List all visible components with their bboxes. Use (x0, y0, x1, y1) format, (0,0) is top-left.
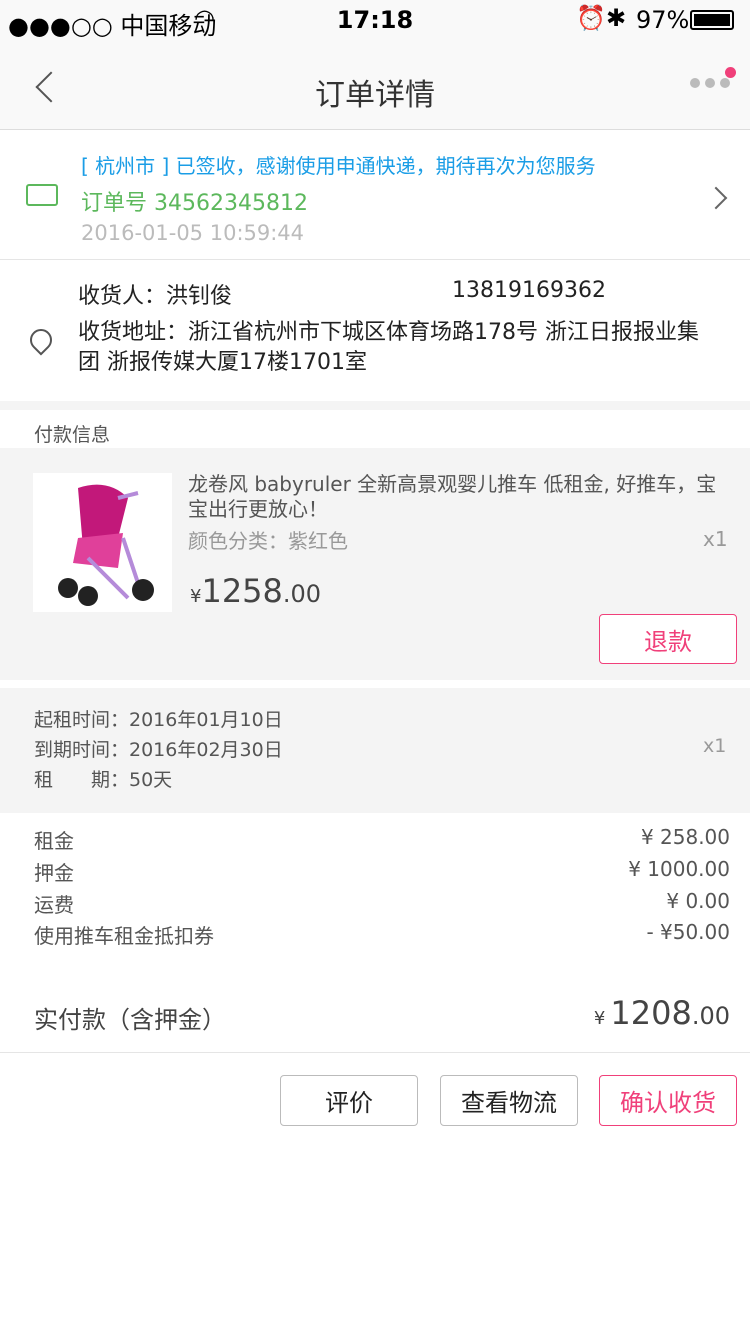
fee-row: 运费 ¥ 0.00 (34, 889, 730, 918)
review-button[interactable]: 评价 (280, 1075, 418, 1126)
logistics-datetime: 2016-01-05 10:59:44 (81, 221, 305, 245)
fee-value: ¥ 0.00 (666, 889, 730, 913)
logistics-card[interactable]: [ 杭州市 ] 已签收，感谢使用申通快递，期待再次为您服务 订单号 345623… (0, 130, 750, 260)
fee-value: ¥ 1000.00 (628, 857, 730, 881)
rental-end: 到期时间：2016年02月30日 (34, 739, 283, 761)
total-dec: .00 (691, 1002, 730, 1030)
fee-label: 使用推车租金抵扣券 (34, 924, 214, 948)
chevron-right-icon (704, 186, 728, 210)
payment-section-title: 付款信息 (34, 424, 111, 446)
total-row: 实付款（含押金） ¥ 1208.00 (0, 980, 750, 1053)
nav-bar: 订单详情 (0, 40, 750, 130)
total-int: 1208 (610, 994, 692, 1032)
product-card: 龙卷风 babyruler 全新高景观婴儿推车 低租金, 好推车，宝宝出行更放心… (0, 448, 750, 680)
alarm-icon: ⏰ (576, 4, 606, 32)
confirm-receipt-button[interactable]: 确认收货 (599, 1075, 737, 1126)
truck-icon (26, 184, 58, 206)
battery-icon (690, 10, 734, 30)
product-title[interactable]: 龙卷风 babyruler 全新高景观婴儿推车 低租金, 好推车，宝宝出行更放心… (188, 472, 728, 522)
view-logistics-button[interactable]: 查看物流 (440, 1075, 578, 1126)
product-spec: 颜色分类：紫红色 (188, 529, 348, 553)
more-icon[interactable] (690, 78, 730, 88)
fee-row: 押金 ¥ 1000.00 (34, 857, 730, 886)
rental-start: 起租时间：2016年01月10日 (34, 709, 283, 731)
location-pin-icon (25, 324, 57, 356)
page-title: 订单详情 (315, 78, 435, 113)
product-image[interactable] (33, 473, 172, 612)
rental-period: 租 期：50天 (34, 769, 173, 791)
rental-qty: x1 (703, 735, 727, 757)
address-card: 收货人：洪钊俊 13819169362 收货地址：浙江省杭州市下城区体育场路17… (0, 261, 750, 401)
receiver-phone: 13819169362 (452, 278, 606, 303)
price-int: 1258 (201, 572, 283, 610)
product-qty: x1 (703, 527, 728, 551)
fee-label: 押金 (34, 861, 74, 885)
total-amount: ¥ 1208.00 (594, 994, 730, 1032)
battery-percent: 97% (636, 6, 690, 34)
logistics-message: [ 杭州市 ] 已签收，感谢使用申通快递，期待再次为您服务 (81, 154, 596, 178)
fee-value: - ¥50.00 (646, 920, 730, 944)
notification-dot (725, 67, 736, 78)
fee-row: 租金 ¥ 258.00 (34, 825, 730, 854)
rental-info: 起租时间：2016年01月10日 到期时间：2016年02月30日 租 期：50… (0, 688, 750, 813)
shipping-address: 收货地址：浙江省杭州市下城区体育场路178号 浙江日报报业集团 浙报传媒大厦17… (78, 320, 699, 375)
fee-value: ¥ 258.00 (640, 825, 730, 849)
currency: ¥ (593, 1008, 606, 1029)
total-label: 实付款（含押金） (34, 1006, 226, 1034)
currency: ¥ (190, 586, 202, 607)
divider (0, 401, 750, 410)
fee-row: 使用推车租金抵扣券 - ¥50.00 (34, 920, 730, 949)
status-bar: ●●●○○ 中国移动 ◠ 17:18 ⏰ ✱ 97% (0, 0, 750, 40)
receiver-name: 收货人：洪钊俊 (78, 284, 233, 309)
fee-label: 运费 (34, 893, 74, 917)
bluetooth-icon: ✱ (606, 4, 627, 32)
price-dec: .00 (282, 580, 322, 608)
product-price: ¥1258.00 (190, 572, 321, 610)
refund-button[interactable]: 退款 (599, 614, 737, 664)
fee-label: 租金 (34, 829, 74, 853)
order-number: 订单号 34562345812 (81, 191, 308, 216)
